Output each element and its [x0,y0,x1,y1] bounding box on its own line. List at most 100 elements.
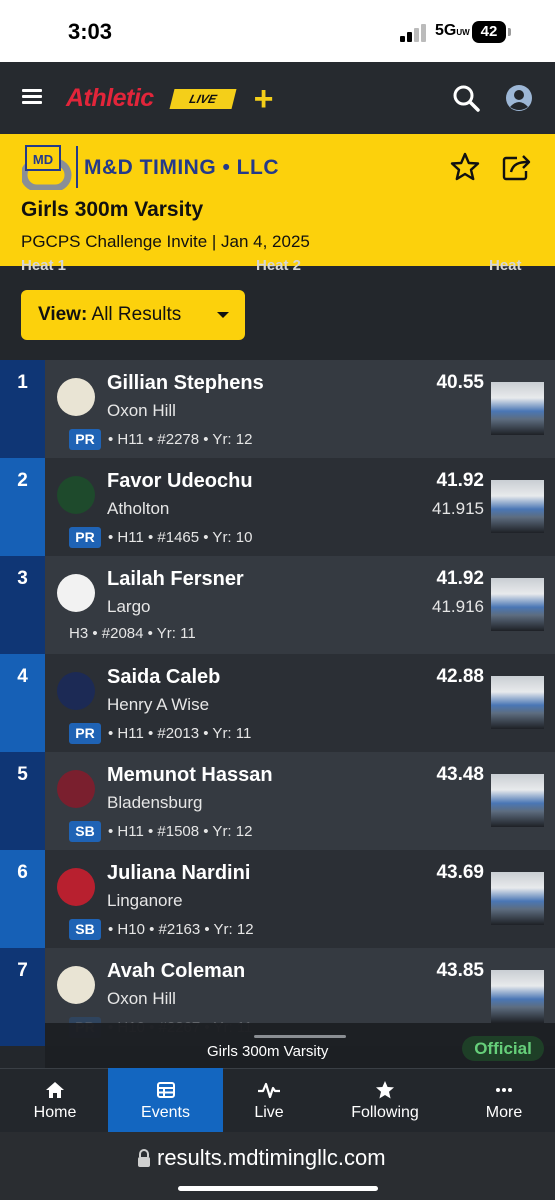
favorite-star-icon[interactable] [450,152,480,182]
battery-tip [508,28,511,36]
pr-badge: PR [69,527,101,548]
view-value: All Results [91,304,182,325]
tab-heat-1[interactable]: Heat 1 [21,257,66,274]
video-thumbnail[interactable] [491,578,544,631]
video-thumbnail[interactable] [491,872,544,925]
result-row[interactable]: 3 Lailah Fersner Largo H3 • #2084 • Yr: … [0,556,555,654]
event-title: Girls 300m Varsity [21,198,204,221]
athlete-meta: PR • H11 • #2278 • Yr: 12 [69,429,252,450]
result-row[interactable]: 4 Saida Caleb Henry A Wise PR • H11 • #20… [0,654,555,752]
meet-info: PGCPS Challenge Invite | Jan 4, 2025 [21,232,310,251]
team-logo [57,476,95,514]
drag-handle[interactable] [254,1035,346,1038]
school-name[interactable]: Henry A Wise [107,695,209,715]
result-mark: 43.85 [436,960,484,981]
athlete-name[interactable]: Lailah Fersner [107,568,244,591]
athlete-name[interactable]: Saida Caleb [107,666,220,689]
place-cell: 5 [0,752,45,850]
place-cell: 7 [0,948,45,1046]
team-logo [57,672,95,710]
live-logo-badge: LIVE [169,89,237,109]
school-name[interactable]: Bladensburg [107,793,202,813]
url-text[interactable]: results.mdtimingllc.com [157,1145,386,1171]
nav-label: Following [351,1104,419,1121]
athlete-name[interactable]: Gillian Stephens [107,372,264,395]
star-icon [376,1081,394,1099]
result-submark: 41.915 [432,499,484,518]
video-thumbnail[interactable] [491,480,544,533]
home-icon [46,1082,64,1098]
school-name[interactable]: Atholton [107,499,169,519]
result-row[interactable]: 6 Juliana Nardini Linganore SB • H10 • #2… [0,850,555,948]
place-cell: 6 [0,850,45,948]
nav-more[interactable]: More [449,1068,555,1132]
signal-icon [400,24,428,42]
place-cell: 4 [0,654,45,752]
place-cell: 3 [0,556,45,654]
video-thumbnail[interactable] [491,970,544,1023]
place-cell: 1 [0,360,45,458]
home-indicator [178,1186,378,1191]
athlete-meta: PR • H11 • #1465 • Yr: 10 [69,527,252,548]
events-icon [156,1082,175,1098]
result-mark: 41.92 [436,470,484,491]
athlete-name[interactable]: Avah Coleman [107,960,245,983]
result-row[interactable]: 5 Memunot Hassan Bladensburg SB • H11 • #… [0,752,555,850]
result-submark: 41.916 [432,597,484,616]
official-badge: Official [462,1036,544,1061]
athlete-name[interactable]: Memunot Hassan [107,764,273,787]
search-icon[interactable] [452,84,480,112]
lock-icon [138,1149,150,1167]
logo-divider [76,146,78,188]
school-name[interactable]: Linganore [107,891,183,911]
video-thumbnail[interactable] [491,676,544,729]
athlete-name[interactable]: Favor Udeochu [107,470,253,493]
place-cell: 2 [0,458,45,556]
mini-player-title: Girls 300m Varsity [207,1043,329,1060]
nav-label: Home [33,1104,77,1121]
nav-label: Events [141,1104,190,1121]
view-dropdown[interactable]: View: All Results [21,290,245,340]
menu-icon[interactable] [22,89,42,105]
result-mark: 40.55 [436,372,484,393]
sb-badge: SB [69,821,101,842]
nav-following[interactable]: Following [330,1068,440,1132]
org-name: M&D TIMING • LLC [84,156,279,179]
team-logo [57,574,95,612]
view-label: View: [38,304,88,325]
team-logo [57,868,95,906]
status-time: 3:03 [68,19,113,44]
tab-heat-3[interactable]: Heat [489,257,522,274]
video-thumbnail[interactable] [491,774,544,827]
status-bar: 3:03 5GUW 42 [0,0,555,62]
athlete-meta: SB • H10 • #2163 • Yr: 12 [69,919,254,940]
more-icon [496,1088,512,1092]
team-logo [57,378,95,416]
school-name[interactable]: Oxon Hill [107,989,176,1009]
live-icon [258,1082,280,1099]
svg-text:MD: MD [33,152,53,167]
tab-heat-2[interactable]: Heat 2 [256,257,301,274]
nav-live[interactable]: Live [214,1068,324,1132]
nav-home[interactable]: Home [0,1068,110,1132]
nav-events[interactable]: Events [108,1068,223,1132]
school-name[interactable]: Oxon Hill [107,401,176,421]
nav-label: More [485,1104,523,1121]
nav-label: Live [254,1104,284,1121]
plus-logo[interactable]: + [253,82,273,116]
result-mark: 42.88 [436,666,484,687]
athlete-name[interactable]: Juliana Nardini [107,862,250,885]
result-mark: 41.92 [436,568,484,589]
pr-badge: PR [69,429,101,450]
share-icon[interactable] [501,152,533,182]
athletic-live-logo[interactable]: Athletic [66,84,154,113]
md-timing-logo: MD [22,145,72,190]
pr-badge: PR [69,723,101,744]
result-row[interactable]: 2 Favor Udeochu Atholton PR • H11 • #1465… [0,458,555,556]
athlete-meta: H3 • #2084 • Yr: 11 [69,625,196,642]
account-icon[interactable] [505,84,533,112]
chevron-down-icon [217,312,229,318]
video-thumbnail[interactable] [491,382,544,435]
school-name[interactable]: Largo [107,597,150,617]
result-row[interactable]: 1 Gillian Stephens Oxon Hill PR • H11 • #… [0,360,555,458]
